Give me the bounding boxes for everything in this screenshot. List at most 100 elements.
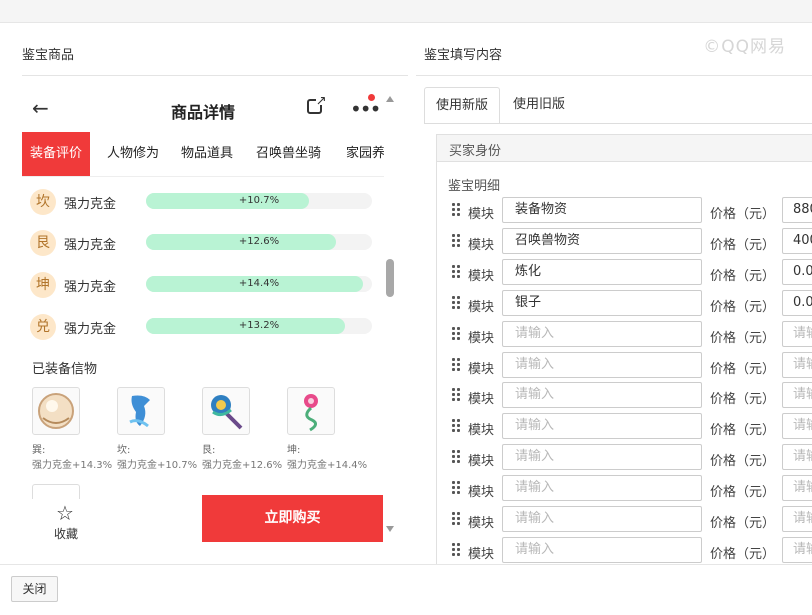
module-input[interactable]: 请输入	[502, 413, 702, 440]
scroll-up-arrow-icon[interactable]	[386, 96, 394, 102]
module-input[interactable]: 请输入	[502, 320, 702, 347]
appraisal-row: 模块召唤兽物资价格（元） 400	[436, 227, 812, 258]
item-value: 强力克金+14.4%	[287, 460, 368, 471]
price-input[interactable]: 请输	[782, 351, 812, 378]
flower-item-icon	[287, 387, 335, 435]
module-label: 模块	[468, 361, 495, 377]
progress-value: +12.6%	[238, 236, 280, 247]
drag-handle-icon[interactable]	[451, 449, 461, 465]
module-label: 模块	[468, 423, 495, 439]
price-input[interactable]: 请输	[782, 536, 812, 563]
module-label: 模块	[468, 299, 495, 315]
drag-handle-icon[interactable]	[451, 202, 461, 218]
progress-bar: +13.2%	[146, 318, 372, 334]
tab-home[interactable]: 家园养	[338, 132, 384, 176]
drag-handle-icon[interactable]	[451, 357, 461, 373]
price-label: 价格（元）	[710, 361, 776, 377]
close-button[interactable]: 关闭	[11, 576, 58, 602]
price-input[interactable]: 400	[782, 227, 812, 254]
appraisal-row: 模块请输入价格（元） 请输	[436, 351, 812, 382]
tab-character-cultivation[interactable]: 人物修为	[99, 132, 167, 176]
drag-handle-icon[interactable]	[451, 511, 461, 527]
appraisal-row: 模块请输入价格（元） 请输	[436, 474, 812, 505]
tab-equipment-rating[interactable]: 装备评价	[22, 132, 91, 176]
drag-handle-icon[interactable]	[451, 542, 461, 558]
scroll-down-arrow-icon[interactable]	[386, 526, 394, 532]
scrollbar-thumb[interactable]	[386, 259, 394, 297]
tab-new-version[interactable]: 使用新版	[424, 87, 501, 124]
appraisal-row: 模块装备物资价格（元） 880	[436, 196, 812, 227]
favorite-label: 收藏	[53, 527, 78, 541]
footer-bar	[0, 564, 812, 615]
price-input[interactable]: 0.0	[782, 258, 812, 285]
attribute-row: 艮 强力克金 +12.6%	[22, 227, 384, 257]
progress-bar: +14.4%	[146, 276, 372, 292]
more-icon[interactable]: •••	[350, 97, 381, 121]
notification-dot-icon	[368, 94, 375, 101]
price-input[interactable]: 0.0	[782, 289, 812, 316]
price-input[interactable]: 请输	[782, 320, 812, 347]
tab-summon-mounts[interactable]: 召唤兽坐骑	[248, 132, 329, 176]
drag-handle-icon[interactable]	[451, 233, 461, 249]
item-value: 强力克金+14.3%	[32, 460, 113, 471]
tab-items[interactable]: 物品道具	[173, 132, 241, 176]
price-label: 价格（元）	[710, 237, 776, 253]
category-tabs: 装备评价 人物修为 物品道具 召唤兽坐骑 家园养	[22, 132, 384, 177]
appraisal-detail-label: 鉴宝明细	[448, 179, 501, 194]
price-label: 价格（元）	[710, 392, 776, 408]
module-input[interactable]: 装备物资	[502, 197, 702, 223]
buy-now-button[interactable]: 立即购买	[202, 495, 383, 542]
appraisal-row: 模块 炼化 价格（元） 0.0	[436, 258, 812, 289]
module-input[interactable]: 炼化	[502, 258, 702, 285]
progress-value: +10.7%	[238, 195, 280, 206]
module-input[interactable]: 请输入	[502, 351, 702, 378]
drag-handle-icon[interactable]	[451, 264, 461, 280]
right-panel-title: 鉴宝填写内容	[424, 48, 503, 63]
trigram-badge: 坎	[30, 189, 56, 215]
module-input[interactable]: 银子	[502, 289, 702, 316]
attribute-label: 强力克金	[64, 280, 117, 295]
price-input[interactable]: 请输	[782, 413, 812, 440]
price-label: 价格（元）	[710, 516, 776, 531]
drag-handle-icon[interactable]	[451, 295, 461, 311]
scepter-item-icon	[202, 387, 250, 435]
attribute-label: 强力克金	[64, 238, 117, 253]
module-input[interactable]: 请输入	[502, 382, 702, 409]
price-label: 价格（元）	[710, 546, 776, 562]
tab-underline	[424, 123, 812, 124]
price-input[interactable]: 请输	[782, 506, 812, 532]
attribute-label: 强力克金	[64, 322, 117, 337]
trigram-badge: 兑	[30, 314, 56, 340]
price-input[interactable]: 880	[782, 197, 812, 223]
pearl-item-icon	[32, 387, 80, 435]
tab-old-version[interactable]: 使用旧版	[502, 87, 576, 123]
buyer-identity-section[interactable]: 买家身份	[436, 134, 812, 162]
vase-item-icon	[117, 387, 165, 435]
price-input[interactable]: 请输	[782, 382, 812, 409]
appraisal-row: 模块请输入价格（元） 请输	[436, 381, 812, 412]
price-label: 价格（元）	[710, 454, 776, 470]
attribute-row: 坤 强力克金 +14.4%	[22, 269, 384, 299]
price-input[interactable]: 请输	[782, 475, 812, 502]
favorite-button[interactable]: ☆ 收藏	[22, 495, 110, 544]
trigram-badge: 坤	[30, 272, 56, 298]
module-label: 模块	[468, 268, 495, 284]
module-input[interactable]: 请输入	[502, 506, 702, 532]
module-input[interactable]: 召唤兽物资	[502, 227, 702, 254]
module-input[interactable]: 请输入	[502, 475, 702, 502]
progress-value: +13.2%	[238, 320, 280, 331]
price-input[interactable]: 请输	[782, 444, 812, 471]
item-value: 强力克金+10.7%	[117, 460, 198, 471]
price-label: 价格（元）	[710, 330, 776, 346]
appraisal-row: 模块请输入价格（元） 请输	[436, 412, 812, 443]
trigram-badge: 艮	[30, 230, 56, 256]
drag-handle-icon[interactable]	[451, 387, 461, 403]
drag-handle-icon[interactable]	[451, 480, 461, 496]
module-label: 模块	[468, 330, 495, 346]
progress-bar: +10.7%	[146, 193, 372, 209]
module-input[interactable]: 请输入	[502, 536, 702, 563]
page-title: 商品详情	[170, 103, 235, 122]
module-input[interactable]: 请输入	[502, 444, 702, 471]
drag-handle-icon[interactable]	[451, 326, 461, 342]
drag-handle-icon[interactable]	[451, 418, 461, 434]
